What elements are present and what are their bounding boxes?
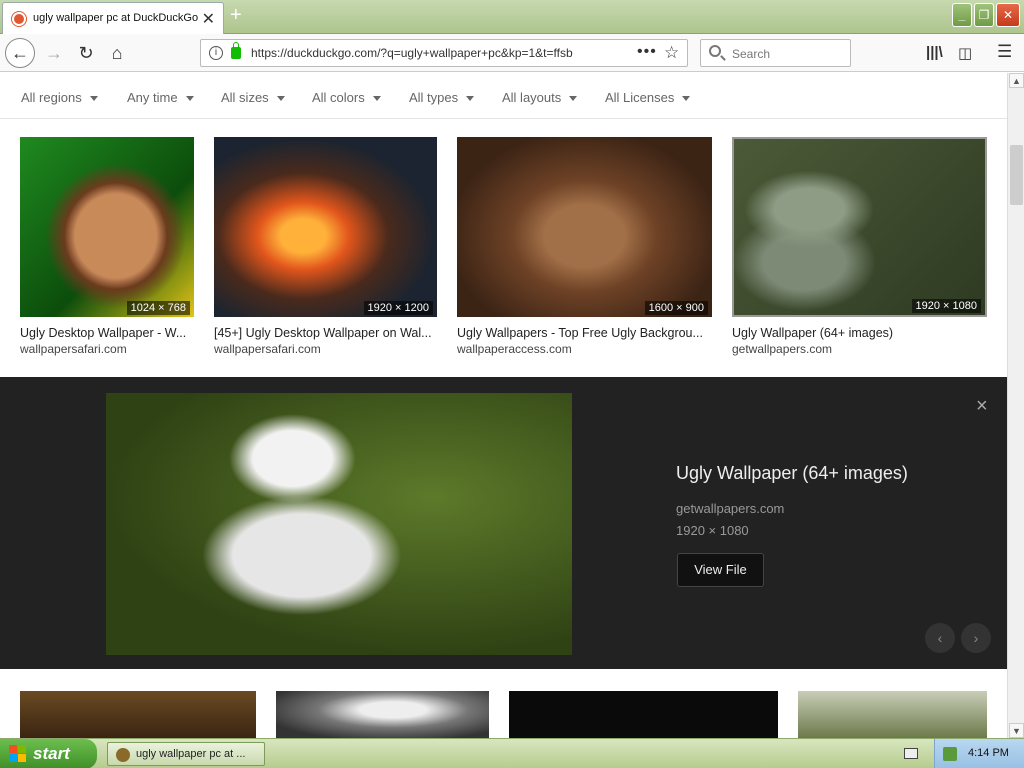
keyboard-icon[interactable] bbox=[904, 748, 918, 759]
result-thumbnail[interactable]: 1920 × 1200 bbox=[214, 137, 437, 317]
image-dimensions: 1920 × 1080 bbox=[911, 299, 981, 313]
result-thumbnail[interactable]: 1600 × 900 bbox=[457, 137, 712, 317]
reload-button[interactable]: ↻ bbox=[72, 39, 100, 67]
window-close-button[interactable]: ✕ bbox=[996, 3, 1020, 27]
vertical-scrollbar[interactable]: ▲ ▼ bbox=[1007, 73, 1024, 738]
result-thumbnail[interactable] bbox=[509, 691, 778, 738]
system-tray: 4:14 PM bbox=[934, 739, 1024, 768]
search-placeholder: Search bbox=[732, 47, 771, 61]
start-label: start bbox=[33, 744, 70, 763]
result-caption[interactable]: Ugly Wallpaper (64+ images) bbox=[732, 326, 987, 340]
bookmark-star-icon[interactable]: ☆ bbox=[664, 43, 679, 63]
filter-types[interactable]: All types bbox=[409, 90, 475, 105]
detail-title: Ugly Wallpaper (64+ images) bbox=[676, 463, 908, 483]
result-caption[interactable]: Ugly Wallpapers - Top Free Ugly Backgrou… bbox=[457, 326, 712, 340]
image-dimensions: 1024 × 768 bbox=[126, 301, 190, 315]
chevron-down-icon bbox=[185, 96, 194, 102]
filter-time[interactable]: Any time bbox=[127, 90, 194, 105]
result-source[interactable]: wallpaperaccess.com bbox=[457, 342, 712, 356]
navigation-toolbar: ← → ↻ ⌂ i https://duckduckgo.com/?q=ugly… bbox=[0, 34, 1024, 72]
filter-regions[interactable]: All regions bbox=[21, 90, 98, 105]
back-button[interactable]: ← bbox=[5, 38, 35, 68]
scroll-up-icon[interactable]: ▲ bbox=[1009, 73, 1024, 88]
scroll-down-icon[interactable]: ▼ bbox=[1009, 723, 1024, 738]
view-file-button[interactable]: View File bbox=[677, 553, 764, 587]
result-source[interactable]: wallpapersafari.com bbox=[20, 342, 194, 356]
scroll-thumb[interactable] bbox=[1010, 145, 1023, 205]
filter-sizes[interactable]: All sizes bbox=[221, 90, 285, 105]
sidebar-icon[interactable]: ◫ bbox=[958, 44, 972, 62]
firefox-icon bbox=[116, 748, 130, 762]
result-tile[interactable]: 1920 × 1200 [45+] Ugly Desktop Wallpaper… bbox=[214, 137, 437, 356]
filter-licenses[interactable]: All Licenses bbox=[605, 90, 691, 105]
search-icon bbox=[709, 45, 721, 57]
result-thumbnail[interactable] bbox=[276, 691, 489, 738]
minimize-button[interactable]: _ bbox=[952, 3, 972, 27]
network-icon[interactable] bbox=[943, 747, 957, 761]
result-thumbnail[interactable] bbox=[20, 691, 256, 738]
chevron-down-icon bbox=[372, 96, 381, 102]
chevron-down-icon bbox=[276, 96, 285, 102]
filter-colors[interactable]: All colors bbox=[312, 90, 381, 105]
result-caption[interactable]: Ugly Desktop Wallpaper - W... bbox=[20, 326, 194, 340]
lock-icon bbox=[231, 42, 241, 59]
address-bar[interactable]: i https://duckduckgo.com/?q=ugly+wallpap… bbox=[200, 39, 688, 67]
info-icon[interactable]: i bbox=[209, 46, 223, 60]
home-button[interactable]: ⌂ bbox=[103, 39, 131, 67]
forward-icon: → bbox=[45, 43, 63, 63]
clock[interactable]: 4:14 PM bbox=[968, 747, 1009, 759]
browser-tab[interactable]: ugly wallpaper pc at DuckDuckGo ✕ bbox=[2, 2, 224, 34]
prev-arrow-icon[interactable]: ‹ bbox=[925, 623, 955, 653]
windows-logo-icon bbox=[9, 745, 27, 763]
result-thumbnail[interactable] bbox=[798, 691, 987, 738]
library-icon[interactable]: |||\ bbox=[926, 44, 943, 61]
page-actions-icon[interactable]: ••• bbox=[637, 43, 657, 61]
start-button[interactable]: start bbox=[0, 739, 97, 768]
restore-button[interactable]: ❐ bbox=[974, 3, 994, 27]
detail-source[interactable]: getwallpapers.com bbox=[676, 501, 784, 516]
forward-button[interactable]: → bbox=[40, 39, 68, 67]
result-thumbnail[interactable]: 1024 × 768 bbox=[20, 137, 194, 317]
close-icon[interactable]: × bbox=[976, 395, 988, 418]
filter-layouts[interactable]: All layouts bbox=[502, 90, 578, 105]
result-tile[interactable]: 1920 × 1080 Ugly Wallpaper (64+ images) … bbox=[732, 137, 987, 356]
detail-dimensions: 1920 × 1080 bbox=[676, 523, 749, 538]
image-detail-panel: × Ugly Wallpaper (64+ images) getwallpap… bbox=[0, 377, 1007, 669]
taskbar: start ugly wallpaper pc at ... 4:14 PM bbox=[0, 738, 1024, 768]
back-icon: ← bbox=[11, 43, 29, 63]
reload-icon: ↻ bbox=[78, 43, 94, 63]
taskbar-window-item[interactable]: ugly wallpaper pc at ... bbox=[107, 742, 265, 766]
title-bar: ugly wallpaper pc at DuckDuckGo ✕ + _ ❐ … bbox=[0, 0, 1024, 34]
home-icon: ⌂ bbox=[111, 43, 123, 63]
filter-bar: All regions Any time All sizes All color… bbox=[0, 73, 1007, 119]
result-tile[interactable]: 1600 × 900 Ugly Wallpapers - Top Free Ug… bbox=[457, 137, 712, 356]
chevron-down-icon bbox=[569, 96, 578, 102]
duckduckgo-favicon-icon bbox=[12, 12, 26, 26]
result-caption[interactable]: [45+] Ugly Desktop Wallpaper on Wal... bbox=[214, 326, 437, 340]
result-source[interactable]: getwallpapers.com bbox=[732, 342, 987, 356]
menu-icon[interactable]: ☰ bbox=[997, 42, 1012, 62]
tab-close-icon[interactable]: ✕ bbox=[202, 9, 215, 29]
taskbar-window-label: ugly wallpaper pc at ... bbox=[136, 748, 246, 760]
url-text[interactable]: https://duckduckgo.com/?q=ugly+wallpaper… bbox=[251, 46, 606, 60]
result-thumbnail[interactable]: 1920 × 1080 bbox=[732, 137, 987, 317]
chevron-down-icon bbox=[466, 96, 475, 102]
search-field[interactable]: Search bbox=[700, 39, 851, 67]
new-tab-button[interactable]: + bbox=[230, 4, 242, 27]
result-tile[interactable]: 1024 × 768 Ugly Desktop Wallpaper - W...… bbox=[20, 137, 194, 356]
chevron-down-icon bbox=[89, 96, 98, 102]
next-arrow-icon[interactable]: › bbox=[961, 623, 991, 653]
window-controls: _ ❐ ✕ bbox=[952, 3, 1020, 27]
chevron-down-icon bbox=[682, 96, 691, 102]
image-dimensions: 1920 × 1200 bbox=[363, 301, 433, 315]
image-dimensions: 1600 × 900 bbox=[644, 301, 708, 315]
result-source[interactable]: wallpapersafari.com bbox=[214, 342, 437, 356]
tab-title: ugly wallpaper pc at DuckDuckGo bbox=[33, 12, 199, 24]
detail-image[interactable] bbox=[106, 393, 572, 655]
